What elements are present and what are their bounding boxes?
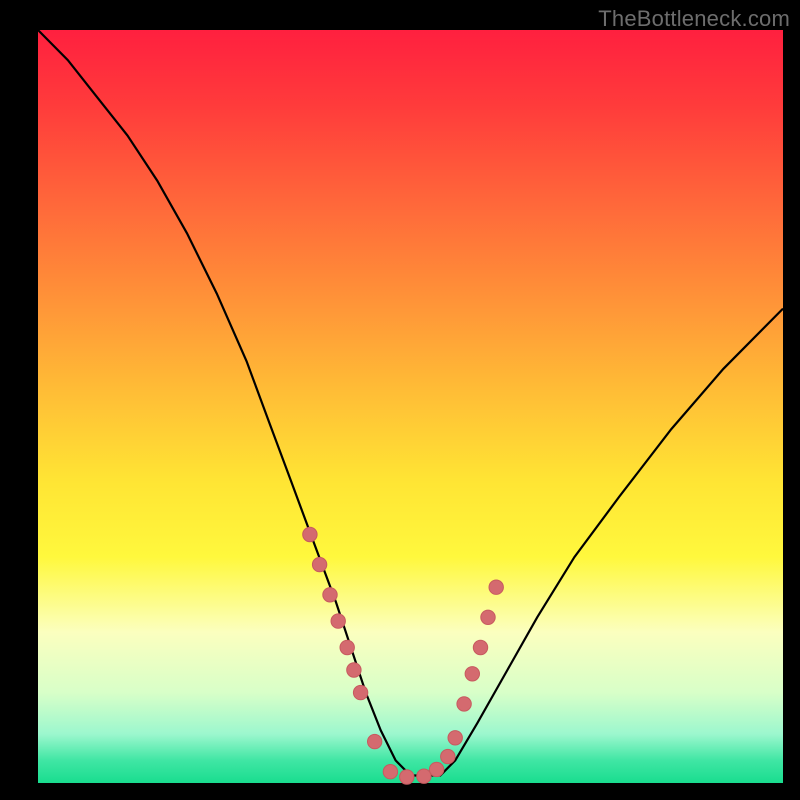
data-marker [417, 769, 431, 783]
data-marker [489, 580, 503, 594]
data-marker [441, 749, 455, 763]
data-marker [323, 588, 337, 602]
data-marker [465, 667, 479, 681]
data-marker [481, 610, 495, 624]
data-marker [400, 770, 414, 784]
data-marker [353, 685, 367, 699]
data-marker [457, 697, 471, 711]
data-marker [368, 734, 382, 748]
watermark-text: TheBottleneck.com [598, 6, 790, 32]
data-marker [303, 527, 317, 541]
chart-frame: TheBottleneck.com [0, 0, 800, 800]
data-marker [383, 765, 397, 779]
data-marker [340, 640, 354, 654]
bottleneck-chart [0, 0, 800, 800]
data-marker [312, 557, 326, 571]
data-marker [473, 640, 487, 654]
data-marker [429, 762, 443, 776]
data-marker [347, 663, 361, 677]
data-marker [331, 614, 345, 628]
data-marker [448, 731, 462, 745]
plot-background [38, 30, 783, 783]
